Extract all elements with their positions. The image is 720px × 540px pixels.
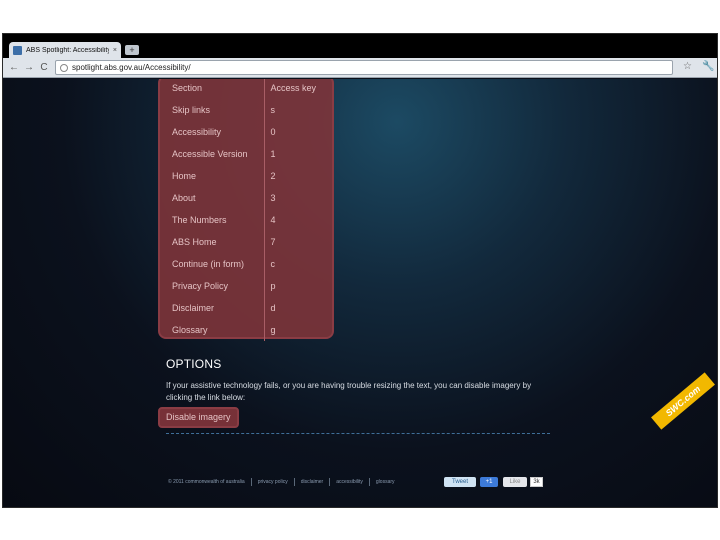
footer-divider	[250, 478, 252, 486]
section-cell: Glossary	[160, 319, 265, 341]
table-header-row: Section Access key	[160, 79, 332, 99]
footer-privacy-link[interactable]: privacy policy	[258, 479, 288, 485]
key-cell: 4	[270, 215, 276, 225]
key-cell: p	[270, 281, 276, 291]
favicon-icon	[13, 45, 22, 55]
wrench-menu-icon[interactable]: 🔧	[702, 61, 714, 72]
section-cell: Home	[160, 165, 265, 187]
key-cell: s	[270, 105, 276, 115]
browser-toolbar: ← → C spotlight.abs.gov.au/Accessibility…	[3, 58, 717, 78]
key-cell: 2	[270, 171, 276, 181]
section-cell: ABS Home	[160, 231, 265, 253]
footer-divider	[368, 478, 370, 486]
section-cell: About	[160, 187, 265, 209]
access-keys-panel: Section Access key Skip links s Accessibi…	[158, 79, 334, 341]
table-row: The Numbers 4	[160, 209, 332, 231]
dashed-divider	[166, 433, 550, 434]
options-description: If your assistive technology fails, or y…	[166, 381, 532, 402]
bookmark-star-icon[interactable]: ☆	[683, 61, 692, 72]
browser-window: ABS Spotlight: Accessibility × + ← → C s…	[2, 33, 718, 508]
table-row: About 3	[160, 187, 332, 209]
section-cell: Accessibility	[160, 121, 265, 143]
like-button[interactable]: Like	[503, 477, 527, 487]
footer-disclaimer-link[interactable]: disclaimer	[301, 479, 324, 485]
key-cell: g	[270, 325, 276, 335]
footer-divider	[329, 478, 331, 486]
tab-strip: ABS Spotlight: Accessibility × +	[3, 34, 717, 58]
new-tab-button[interactable]: +	[125, 45, 139, 55]
section-cell: Privacy Policy	[160, 275, 265, 297]
table-row: Accessible Version 1	[160, 143, 332, 165]
table-row: Continue (in form) c	[160, 253, 332, 275]
footer-glossary-link[interactable]: glossary	[376, 479, 395, 485]
key-cell: d	[270, 303, 276, 313]
key-cell: 1	[270, 149, 276, 159]
footer-divider	[293, 478, 295, 486]
footer-accessibility-link[interactable]: accessibility	[336, 479, 363, 485]
reload-icon[interactable]: C	[37, 61, 51, 75]
table-row: ABS Home 7	[160, 231, 332, 253]
key-cell: 3	[270, 193, 276, 203]
like-count: 3k	[530, 477, 543, 487]
table-row: Accessibility 0	[160, 121, 332, 143]
page-content: Section Access key Skip links s Accessibi…	[3, 79, 717, 507]
table-row: Glossary g	[160, 319, 332, 341]
section-cell: Disclaimer	[160, 297, 265, 319]
section-cell: The Numbers	[160, 209, 265, 231]
tab-close-icon[interactable]: ×	[113, 47, 117, 54]
key-cell: c	[270, 259, 276, 269]
back-arrow-icon[interactable]: ←	[7, 61, 21, 75]
page-info-icon[interactable]	[60, 63, 68, 72]
tab-abs-spotlight[interactable]: ABS Spotlight: Accessibility ×	[9, 42, 121, 58]
section-cell: Skip links	[160, 99, 265, 121]
url-text: spotlight.abs.gov.au/Accessibility/	[72, 63, 191, 72]
key-cell: 0	[270, 127, 276, 137]
key-cell: 7	[270, 237, 276, 247]
disable-imagery-link[interactable]: Disable imagery	[158, 407, 239, 428]
section-header: Section	[160, 79, 265, 99]
tab-title: ABS Spotlight: Accessibility	[26, 46, 109, 54]
forward-arrow-icon[interactable]: →	[22, 61, 36, 75]
access-keys-table: Section Access key Skip links s Accessibi…	[160, 79, 332, 341]
plus-one-button[interactable]: +1	[480, 477, 498, 487]
footer-links: © 2011 commonwealth of australia privacy…	[168, 476, 395, 488]
tweet-button[interactable]: Tweet	[444, 477, 476, 487]
footer-copyright: © 2011 commonwealth of australia	[168, 479, 245, 485]
address-bar[interactable]: spotlight.abs.gov.au/Accessibility/	[55, 60, 673, 75]
table-row: Home 2	[160, 165, 332, 187]
section-cell: Continue (in form)	[160, 253, 265, 275]
options-heading: OPTIONS	[166, 357, 222, 371]
table-row: Disclaimer d	[160, 297, 332, 319]
table-row: Privacy Policy p	[160, 275, 332, 297]
table-row: Skip links s	[160, 99, 332, 121]
access-key-header: Access key	[270, 83, 317, 93]
section-cell: Accessible Version	[160, 143, 265, 165]
